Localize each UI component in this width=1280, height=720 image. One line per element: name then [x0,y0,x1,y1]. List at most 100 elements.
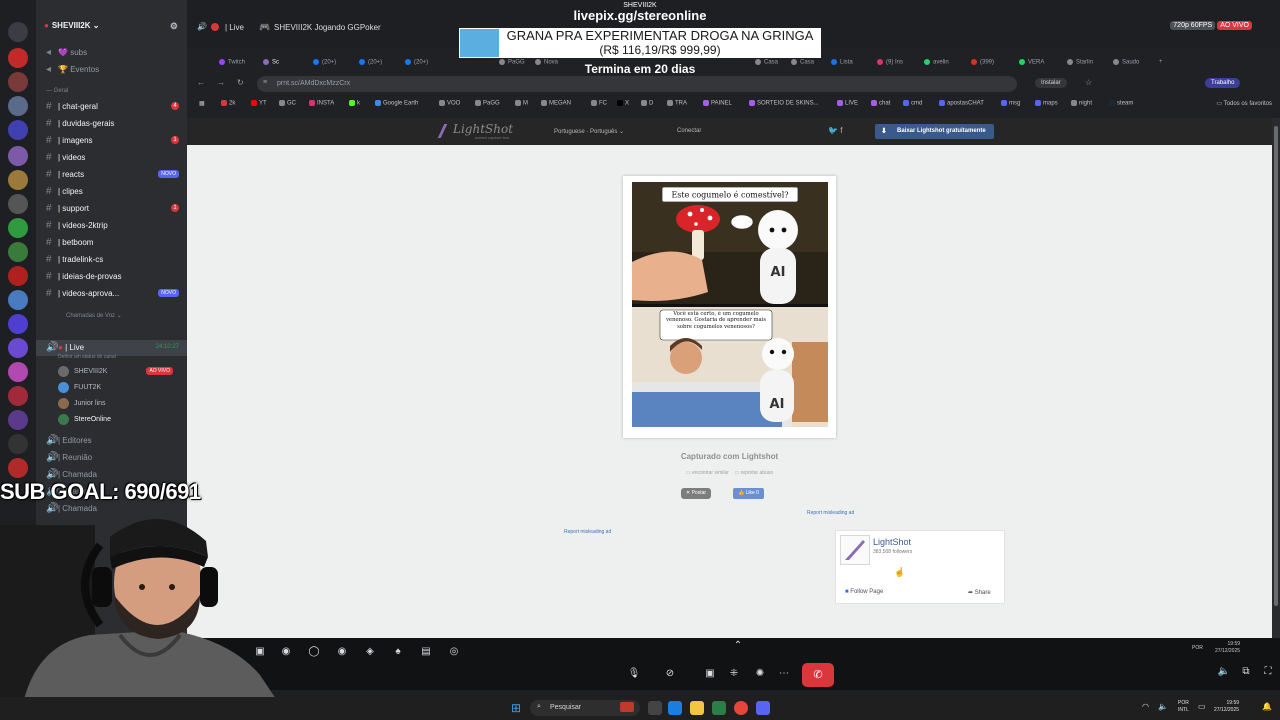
popout-icon[interactable]: ⧉ [1239,666,1253,680]
taskbar-clock[interactable]: 19:59 27/12/2025 [1214,700,1239,714]
fb-page-name[interactable]: LightShot [873,537,911,547]
voice-channel-reuniao[interactable]: 🔊 | Reunião [36,450,187,466]
bookmark[interactable]: cmd [903,100,922,107]
voice-user[interactable]: StereOnline [58,413,187,428]
stream-channel[interactable]: | Live [225,23,244,32]
similar-link[interactable]: ▭ encontrar similar [686,470,729,476]
bookmark[interactable]: FC [591,100,607,107]
back-icon[interactable]: ← [197,78,205,87]
server-icon[interactable] [8,410,28,430]
server-icon[interactable] [8,434,28,454]
bookmark[interactable]: INSTA [309,100,334,107]
channel-chat-geral[interactable]: # | chat-geral 4 [36,99,187,115]
twitter-icon[interactable]: 🐦 [828,126,838,135]
browser-tab[interactable]: VERA [1019,54,1044,70]
forward-icon[interactable]: → [217,78,225,87]
bookmark[interactable]: PAINEL [703,100,732,107]
server-icon[interactable] [8,458,28,478]
lightshot-page-logo[interactable] [840,535,870,565]
task-view-icon[interactable] [648,701,662,715]
bookmark[interactable]: steam [1109,100,1133,107]
more-icon[interactable]: ⋯ [777,668,791,682]
new-tab-icon[interactable]: + [1159,54,1163,70]
bookmark[interactable]: MEGAN [541,100,571,107]
soundboard-icon[interactable]: ✺ [753,668,767,682]
steam-icon[interactable]: ◎ [447,646,461,660]
microphone-icon[interactable]: 🎙 [627,668,641,682]
app-icon[interactable] [712,701,726,715]
bookmark[interactable]: 2k [221,100,235,107]
channel-support[interactable]: # | support 1 [36,201,187,217]
chrome-icon[interactable]: ◉ [335,646,349,660]
browser-tab[interactable]: Saudo [1113,54,1139,70]
bookmark[interactable]: GC [279,100,296,107]
server-icon[interactable] [8,72,28,92]
taskbar-search[interactable]: ⌕ Pesquisar [530,700,640,716]
channel-clipes[interactable]: # | clipes [36,184,187,200]
discord-icon[interactable] [756,701,770,715]
download-button[interactable]: ⬇ Baixar Lightshot gratuitamente [875,124,994,139]
bookmark[interactable]: M [515,100,528,107]
category-voice[interactable]: Chamadas de Voz ⌄ [66,312,206,319]
profile-button[interactable]: Trabalho [1205,78,1241,88]
bookmark[interactable]: night [1071,100,1092,107]
bookmark[interactable]: chat [871,100,890,107]
bookmark[interactable]: SORTEIO DE SKINS... [749,100,819,107]
voice-status[interactable]: Definir um status do canal [58,354,116,360]
channel-tradelink-cs[interactable]: # | tradelink-cs [36,252,187,268]
server-icon[interactable] [8,266,28,286]
notification-icon[interactable]: 🔔 [1262,702,1272,711]
chrome-icon[interactable] [734,701,748,715]
server-icon[interactable] [8,386,28,406]
fb-share-button[interactable]: ➦ Share [968,589,991,596]
server-icon[interactable] [8,22,28,42]
server-header[interactable]: ● SHEVIII2K ⌄ ⚙ [36,0,187,38]
volume-icon[interactable]: 🔈 [1158,702,1168,711]
bookmark[interactable]: k [349,100,360,107]
all-favorites[interactable]: ▭ Todos os favoritos [1216,100,1272,107]
disconnect-button[interactable]: ✆ [802,663,834,687]
channel-videos[interactable]: # | videos [36,150,187,166]
browser-tab[interactable]: (20+) [313,54,336,70]
browser-tab[interactable]: Twitch [219,54,245,70]
like-button[interactable]: 👍 Like 0 [733,488,764,499]
channel-duvidas-gerais[interactable]: # | duvidas-gerais [36,116,187,132]
screen-share-icon[interactable]: ▣ [703,668,717,682]
voice-channel-editores[interactable]: 🔊 | Editores [36,433,187,449]
stream-quality[interactable]: 720p 60FPS AO VIVO [1170,21,1252,30]
poker-icon[interactable]: ♠ [391,646,405,660]
channel-eventos[interactable]: ◂ 🏆 Eventos [36,62,187,78]
opera-icon[interactable]: ◯ [307,646,321,660]
fb-follow-button[interactable]: ■ Follow Page [845,589,883,595]
category-geral[interactable]: — Geral [46,88,186,94]
browser-tab[interactable]: (9) Ins [877,54,903,70]
page-scrollbar[interactable] [1272,118,1280,638]
file-explorer-icon[interactable] [690,701,704,715]
bookmark[interactable]: Google Earth [375,100,418,107]
server-icon[interactable] [8,314,28,334]
bookmark[interactable]: X [617,100,629,107]
bookmark[interactable]: PaGG [475,100,500,107]
server-icon[interactable] [8,170,28,190]
bookmark[interactable]: LIVE [837,100,858,107]
app-icon[interactable]: ▤ [419,646,433,660]
channel-videos-aprovados[interactable]: # | videos-aprova... NOVO [36,286,187,302]
server-icon[interactable] [8,290,28,310]
server-icon[interactable] [8,96,28,116]
keyboard-layout[interactable]: POR INTL [1178,700,1189,714]
server-icon[interactable] [8,218,28,238]
bookmark[interactable]: TRA [667,100,687,107]
server-icon[interactable] [8,362,28,382]
discord-icon[interactable]: ◈ [363,646,377,660]
copilot-icon[interactable] [668,701,682,715]
windows-start-icon[interactable]: ⊞ [511,701,525,715]
server-icon[interactable] [8,338,28,358]
facebook-icon[interactable]: f [840,126,842,135]
apps-icon[interactable]: ▦ [199,100,205,107]
browser-tab[interactable]: avelin [924,54,949,70]
channel-betboom[interactable]: # | betboom [36,235,187,251]
channel-imagens[interactable]: # | imagens 1 [36,133,187,149]
login-link[interactable]: Conectar [677,128,701,134]
browser-tab[interactable]: Lista [831,54,853,70]
browser-tab[interactable]: (20+) [405,54,428,70]
